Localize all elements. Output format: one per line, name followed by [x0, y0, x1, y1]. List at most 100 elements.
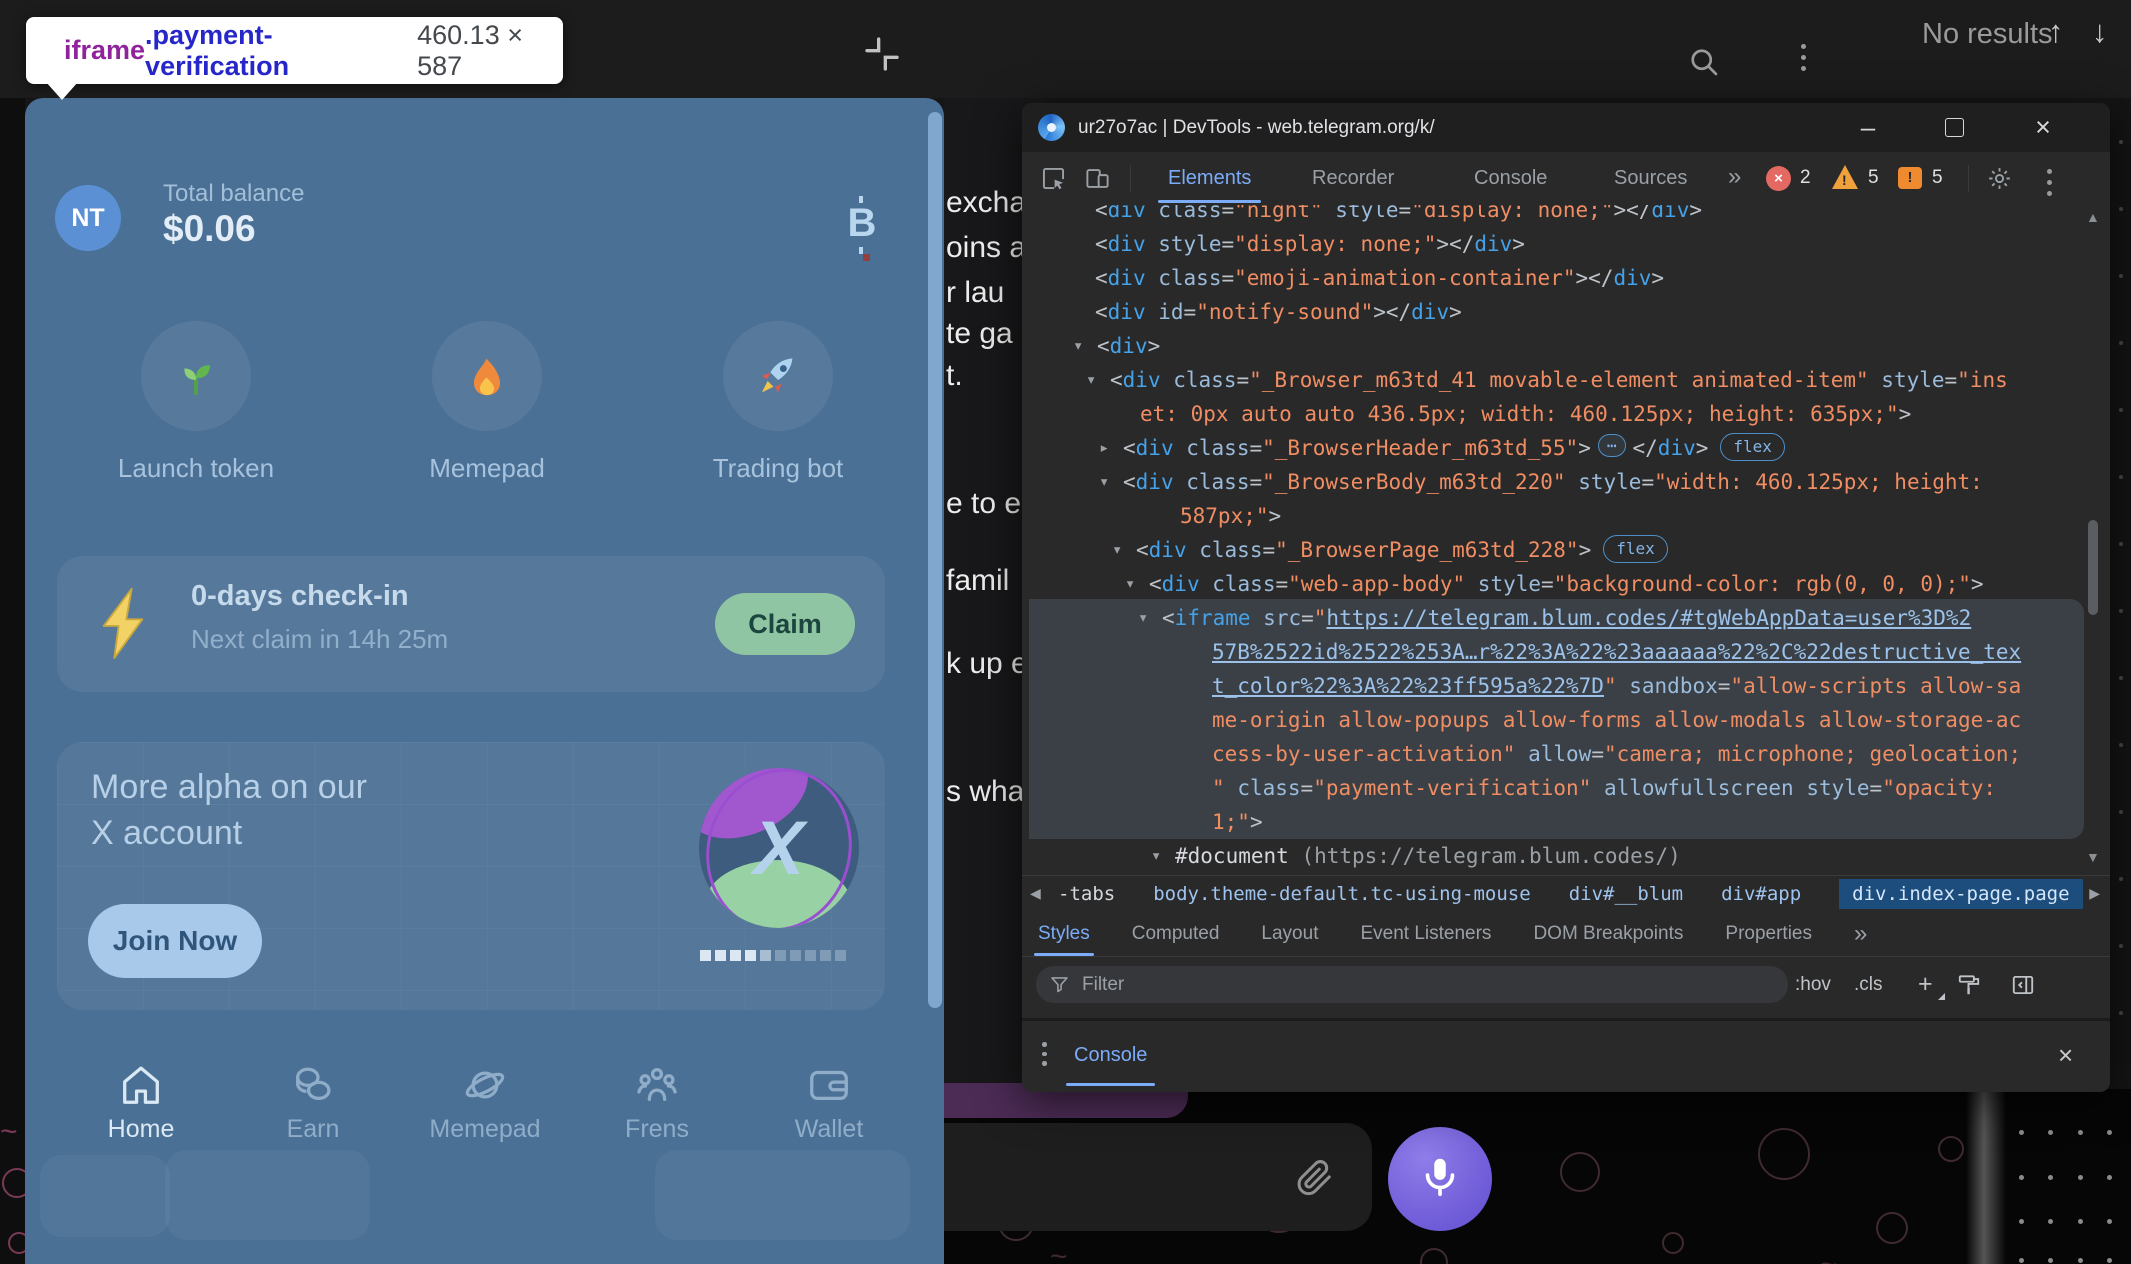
devtools-tab-elements[interactable]: Elements — [1168, 152, 1251, 204]
code-line[interactable]: me-origin allow-popups allow-forms allow… — [1212, 703, 2021, 737]
expand-arrow-open-icon[interactable]: ▾ — [1125, 567, 1135, 601]
code-line[interactable]: ▾<div class="_BrowserBody_m63td_220" sty… — [1123, 465, 1983, 499]
error-badge-icon[interactable]: × — [1766, 166, 1791, 191]
search-icon[interactable] — [1686, 44, 1722, 80]
code-line[interactable]: " class="payment-verification" allowfull… — [1212, 771, 1996, 805]
issues-count[interactable]: 5 — [1932, 152, 1943, 204]
carousel-dot[interactable] — [805, 950, 816, 961]
sidebar-tab-styles[interactable]: Styles — [1038, 911, 1090, 956]
sidebar-tab-event-listeners[interactable]: Event Listeners — [1360, 911, 1491, 956]
devtools-tab-recorder[interactable]: Recorder — [1312, 152, 1394, 204]
code-line[interactable]: 1;"> — [1212, 805, 1263, 839]
sidebar-tab-dom-breakpoints[interactable]: DOM Breakpoints — [1533, 911, 1683, 956]
expand-arrow-open-icon[interactable]: ▾ — [1099, 465, 1109, 499]
nav-item-memepad[interactable]: Memepad — [425, 1062, 545, 1144]
expand-arrow-open-icon[interactable]: ▾ — [1086, 363, 1096, 397]
more-tabs-icon[interactable]: » — [1728, 152, 1738, 204]
code-line[interactable]: cess-by-user-activation" allow="camera; … — [1212, 737, 2021, 771]
carousel-dot[interactable] — [820, 950, 831, 961]
drawer-menu-icon[interactable] — [1042, 1037, 1047, 1071]
devtools-titlebar[interactable]: ur27o7ac | DevTools - web.telegram.org/k… — [1022, 103, 2110, 152]
avatar[interactable]: NT — [55, 185, 121, 251]
carousel-dot[interactable] — [745, 950, 756, 961]
carousel-dot[interactable] — [790, 950, 801, 961]
carousel-dot[interactable] — [835, 950, 846, 961]
paint-roller-icon[interactable] — [1956, 972, 1982, 998]
filter-input-pill[interactable] — [1036, 966, 1788, 1003]
devtools-menu-icon[interactable] — [2044, 163, 2054, 195]
nav-item-wallet[interactable]: Wallet — [769, 1062, 889, 1144]
iframe-src-link[interactable]: 57B%2522id%2522%253A…r%22%3A%22%23aaaaaa… — [1212, 640, 2021, 664]
sidebar-tab-computed[interactable]: Computed — [1132, 911, 1220, 956]
flex-badge[interactable]: flex — [1720, 433, 1785, 461]
settings-gear-icon[interactable] — [1986, 165, 2013, 192]
carousel-dot[interactable] — [700, 950, 711, 961]
code-line[interactable]: ▾<div class="_BrowserPage_m63td_228">fle… — [1136, 533, 1668, 567]
code-line[interactable]: <div id="notify-sound"></div> — [1095, 295, 1462, 329]
code-line[interactable]: t_color%22%3A%22%23ff595a%22%7D" sandbox… — [1212, 669, 2021, 703]
code-line[interactable]: <div style="display: none;"></div> — [1095, 227, 1525, 261]
maximize-button[interactable] — [1932, 103, 1976, 152]
code-line[interactable]: <div class="night" style="display: none;… — [1095, 205, 1702, 227]
carousel-dot[interactable] — [715, 950, 726, 961]
iframe-src-link[interactable]: t_color%22%3A%22%23ff595a%22%7D — [1212, 674, 1604, 698]
warning-count[interactable]: 5 — [1868, 152, 1879, 204]
toggle-hover-state-button[interactable]: :hov — [1795, 957, 1831, 1012]
breadcrumb-item[interactable]: -tabs — [1058, 883, 1115, 905]
breadcrumb-item[interactable]: div.index-page.page — [1839, 879, 2082, 909]
carousel-dot[interactable] — [775, 950, 786, 961]
code-line[interactable]: 587px;"> — [1180, 499, 1281, 533]
nav-item-frens[interactable]: Frens — [597, 1062, 717, 1144]
issues-badge-icon[interactable]: ! — [1898, 167, 1922, 189]
code-line[interactable]: ▾<div> — [1097, 329, 1160, 363]
error-count[interactable]: 2 — [1800, 152, 1811, 204]
inspect-element-icon[interactable] — [1040, 165, 1067, 192]
breadcrumb-item[interactable]: body.theme-default.tc-using-mouse — [1153, 883, 1531, 905]
breadcrumb-item[interactable]: div#__blum — [1569, 883, 1683, 905]
collapse-window-icon[interactable] — [862, 34, 902, 74]
action-button-launch-token[interactable]: Launch token — [106, 321, 286, 484]
drawer-close-icon[interactable]: × — [2058, 1021, 2073, 1089]
expand-arrow-open-icon[interactable]: ▾ — [1151, 839, 1161, 873]
warning-badge-icon[interactable]: ! — [1832, 165, 1858, 189]
nav-item-earn[interactable]: Earn — [253, 1062, 373, 1144]
breadcrumb-next-icon[interactable]: ▶ — [2089, 885, 2100, 902]
minimize-button[interactable]: – — [1846, 103, 1890, 152]
expand-children-button[interactable]: ⋯ — [1598, 434, 1626, 457]
breadcrumb-prev-icon[interactable]: ◀ — [1030, 885, 1041, 902]
action-button-trading-bot[interactable]: Trading bot — [688, 321, 868, 484]
flex-badge[interactable]: flex — [1603, 535, 1668, 563]
carousel-dot[interactable] — [730, 950, 741, 961]
new-style-rule-button[interactable]: + — [1918, 957, 1933, 1012]
voice-record-button[interactable] — [1388, 1127, 1492, 1231]
close-button[interactable]: × — [2021, 103, 2065, 152]
code-line[interactable]: ▾<div class="web-app-body" style="backgr… — [1149, 567, 1984, 601]
app-scrollbar[interactable] — [928, 112, 942, 1008]
expand-arrow-open-icon[interactable]: ▾ — [1073, 329, 1083, 363]
bitcoin-icon[interactable]: B — [840, 196, 884, 254]
filter-input[interactable] — [1080, 969, 1764, 1001]
iframe-src-link[interactable]: https://telegram.blum.codes/#tgWebAppDat… — [1326, 606, 1971, 630]
sidebar-tab-layout[interactable]: Layout — [1261, 911, 1318, 956]
expand-arrow-open-icon[interactable]: ▾ — [1138, 601, 1148, 635]
toggle-class-button[interactable]: .cls — [1854, 957, 1883, 1012]
device-toolbar-icon[interactable] — [1084, 165, 1111, 192]
attachment-icon[interactable] — [1296, 1159, 1334, 1197]
scroll-down-arrow[interactable]: ▼ — [2086, 849, 2100, 865]
expand-arrow-closed-icon[interactable]: ▸ — [1099, 431, 1109, 465]
panel-layout-icon[interactable] — [2010, 972, 2036, 998]
elements-scrollbar-thumb[interactable] — [2088, 520, 2098, 615]
more-menu-icon[interactable] — [1798, 38, 1808, 88]
expand-arrow-open-icon[interactable]: ▾ — [1112, 533, 1122, 567]
sidebar-tab-properties[interactable]: Properties — [1725, 911, 1812, 956]
breadcrumb-item[interactable]: div#app — [1721, 883, 1801, 905]
code-line[interactable]: ▾<div class="_Browser_m63td_41 movable-e… — [1110, 363, 2008, 397]
join-now-button[interactable]: Join Now — [88, 904, 262, 978]
action-button-memepad[interactable]: Memepad — [397, 321, 577, 484]
find-next-button[interactable]: ↓ — [2092, 14, 2108, 50]
code-line[interactable]: et: 0px auto auto 436.5px; width: 460.12… — [1140, 397, 1911, 431]
code-line[interactable]: ▾#document (https://telegram.blum.codes/… — [1175, 839, 1681, 873]
devtools-tab-console[interactable]: Console — [1474, 152, 1547, 204]
code-line[interactable]: ▾<iframe src="https://telegram.blum.code… — [1162, 601, 1971, 635]
code-line[interactable]: <div class="emoji-animation-container"><… — [1095, 261, 1664, 295]
